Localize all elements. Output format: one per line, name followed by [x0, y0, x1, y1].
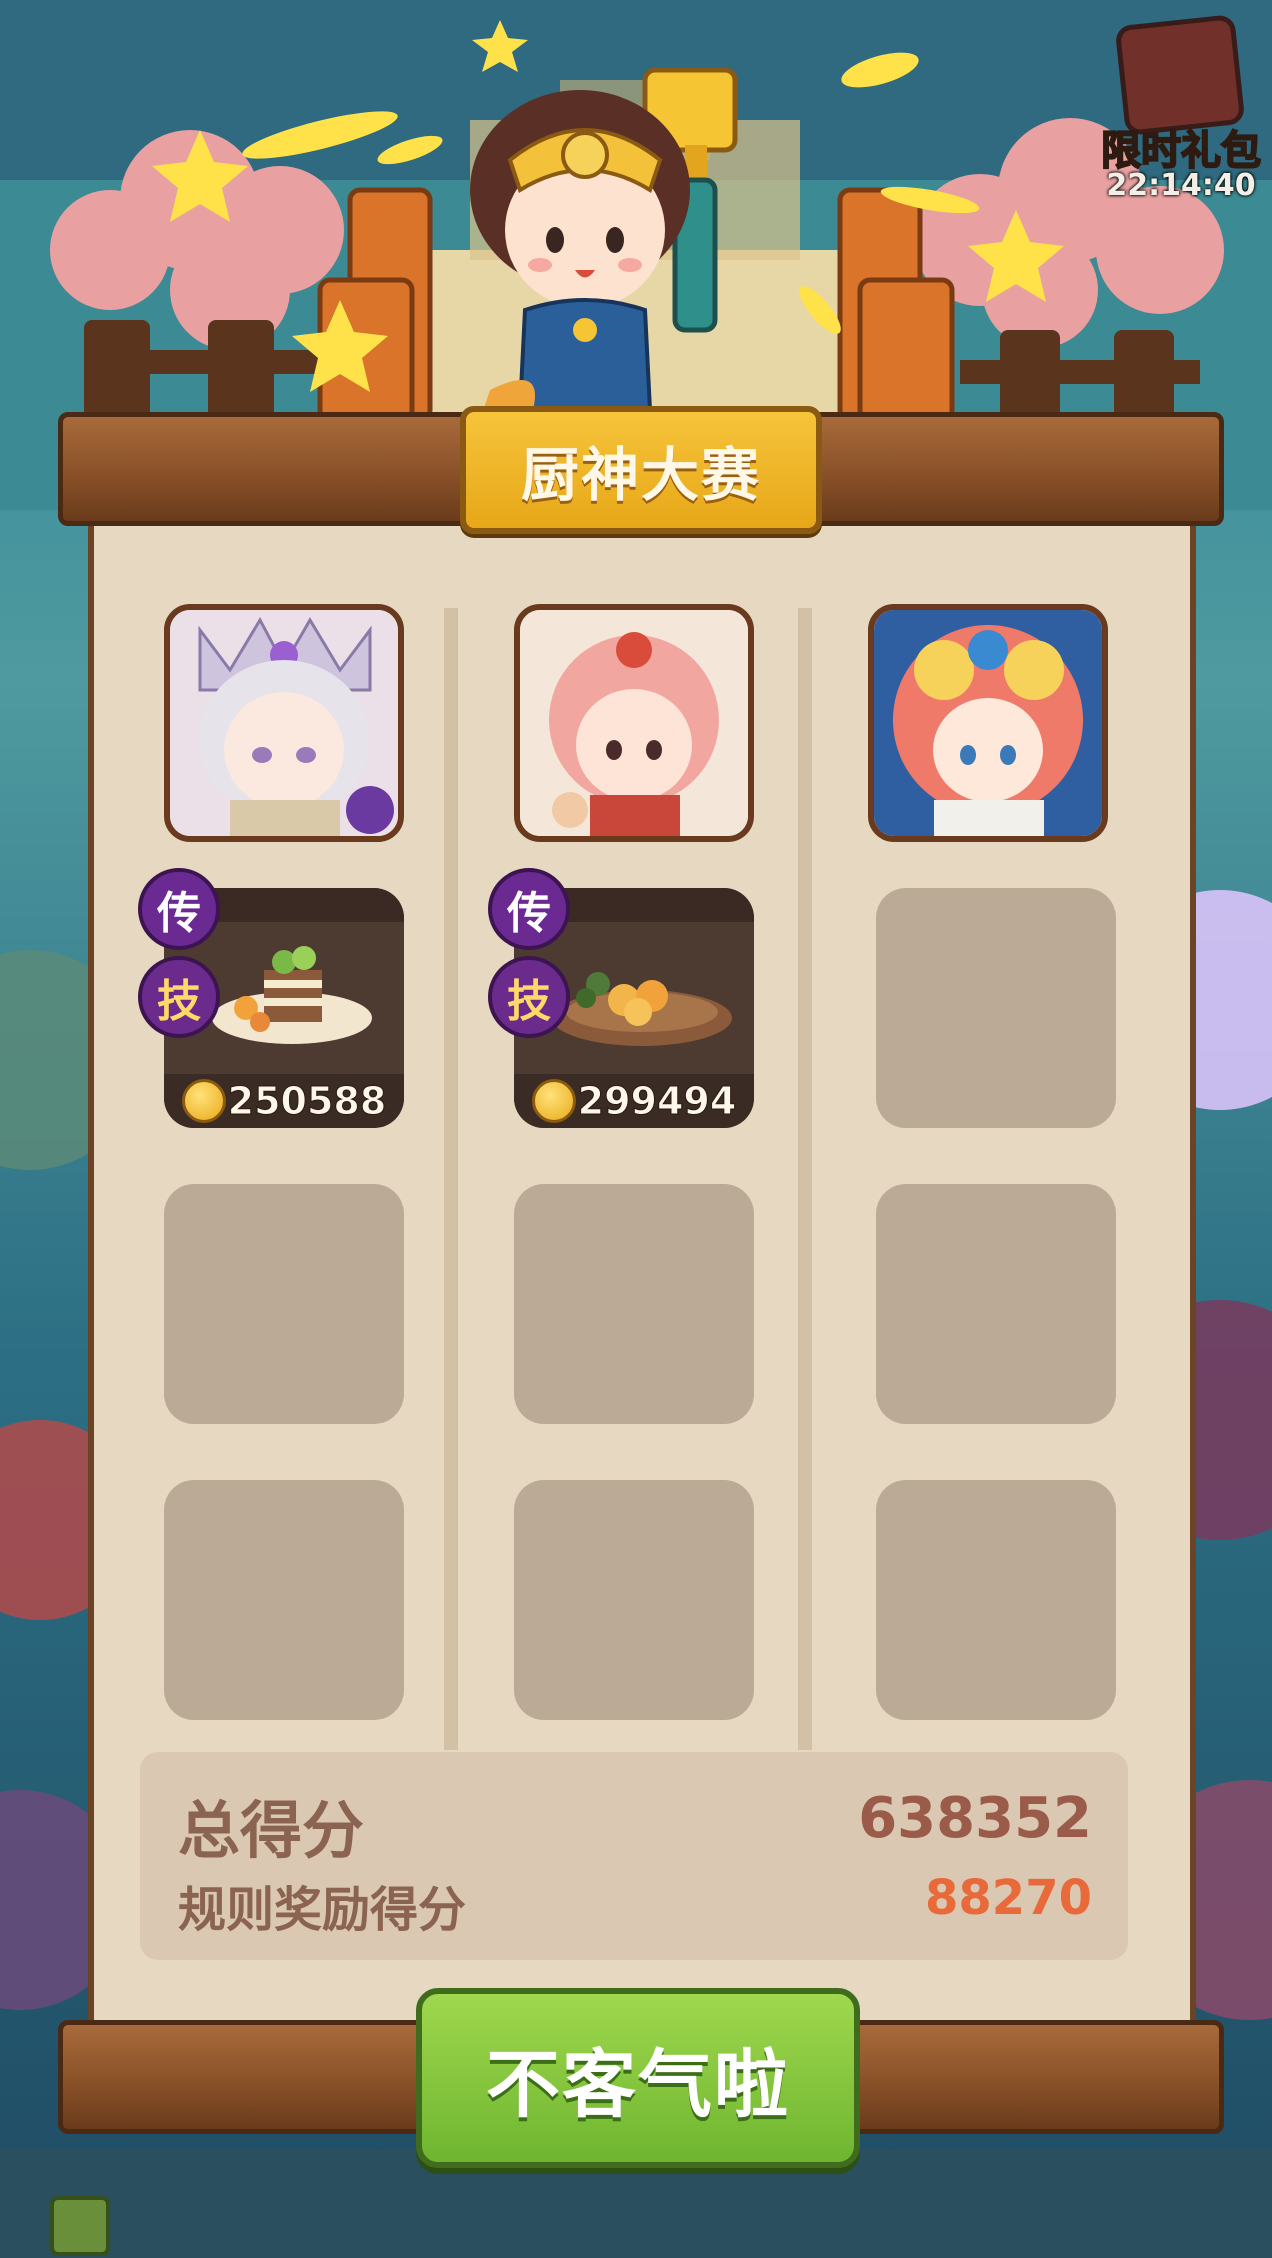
chef-mascot [470, 67, 738, 420]
coin-icon [181, 1079, 226, 1123]
chef-avatar-3[interactable] [868, 604, 1108, 842]
dish-price-row: 250588 [164, 1074, 404, 1128]
column-separator [798, 608, 812, 1750]
empty-dish-slot[interactable] [876, 888, 1116, 1128]
legend-badge: 传 [138, 868, 220, 950]
column-separator [444, 608, 458, 1750]
score-summary: 总得分 638352 规则奖励得分 88270 [140, 1752, 1128, 1960]
empty-dish-slot[interactable] [514, 1184, 754, 1424]
empty-dish-slot[interactable] [514, 1480, 754, 1720]
confirm-button-label: 不客气啦 [486, 2041, 790, 2128]
skill-badge: 技 [488, 956, 570, 1038]
confirm-button[interactable]: 不客气啦 [416, 1988, 860, 2168]
skill-badge: 技 [138, 956, 220, 1038]
corner-tab-button[interactable] [50, 2196, 110, 2256]
legend-badge: 传 [488, 868, 570, 950]
dish-price: 250588 [227, 1079, 387, 1124]
rule-bonus-label: 规则奖励得分 [178, 1882, 467, 1938]
page-title: 厨神大赛 [520, 441, 761, 509]
dish-price: 299494 [577, 1079, 737, 1124]
empty-dish-slot[interactable] [164, 1480, 404, 1720]
chef-avatar-1[interactable] [164, 604, 404, 842]
rule-bonus-value: 88270 [925, 1870, 1092, 1926]
coin-icon [531, 1079, 576, 1123]
dish-price-row: 299494 [514, 1074, 754, 1128]
empty-dish-slot[interactable] [164, 1184, 404, 1424]
gift-timer: 22:14:40 [1106, 168, 1256, 203]
empty-dish-slot[interactable] [876, 1480, 1116, 1720]
total-score-label: 总得分 [178, 1794, 365, 1867]
empty-dish-slot[interactable] [876, 1184, 1116, 1424]
limited-gift-widget[interactable]: 限时礼包 22:14:40 [1090, 0, 1272, 210]
title-plaque: 厨神大赛 [460, 406, 822, 534]
chef-avatar-2[interactable] [514, 604, 754, 842]
total-score-value: 638352 [858, 1786, 1092, 1851]
